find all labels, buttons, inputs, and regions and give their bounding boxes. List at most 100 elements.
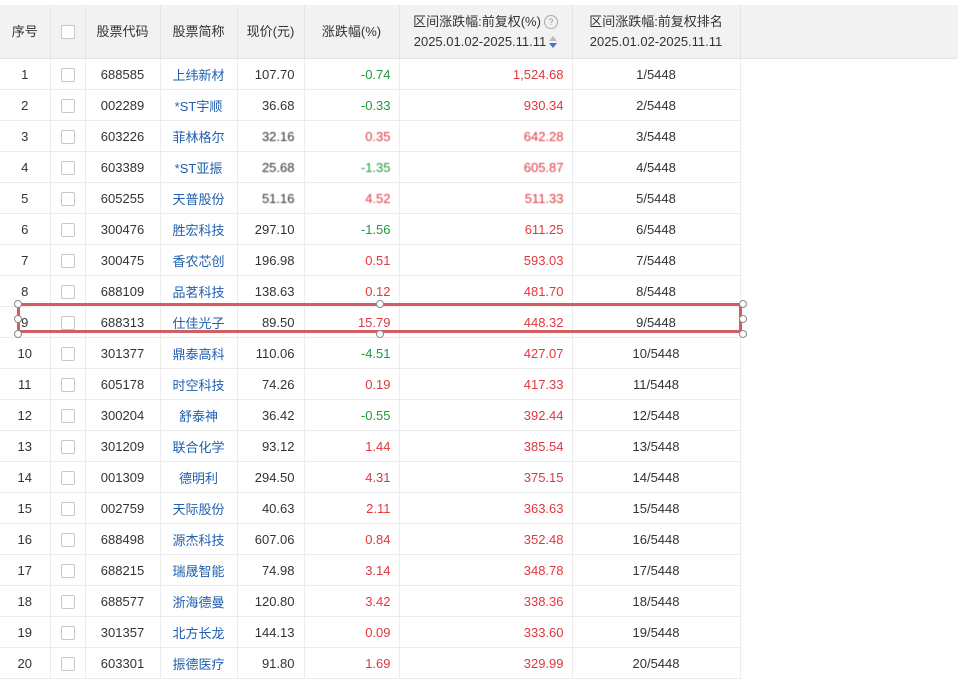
table-row[interactable]: 19 301357 北方长龙 144.13 0.09 333.60 19/5448 — [0, 616, 741, 648]
row-select-cell[interactable] — [50, 58, 86, 90]
stock-name-link[interactable]: 鼎泰高科 — [160, 337, 238, 369]
row-select-cell[interactable] — [50, 430, 86, 462]
row-checkbox[interactable] — [60, 377, 75, 392]
col-header-select-all[interactable] — [50, 5, 86, 59]
row-select-cell[interactable] — [50, 523, 86, 555]
stock-code: 688313 — [85, 306, 161, 338]
select-all-checkbox[interactable] — [60, 25, 75, 40]
row-checkbox[interactable] — [60, 439, 75, 454]
row-select-cell[interactable] — [50, 585, 86, 617]
row-select-cell[interactable] — [50, 399, 86, 431]
row-select-cell[interactable] — [50, 151, 86, 183]
row-checkbox[interactable] — [60, 315, 75, 330]
stock-name-link[interactable]: *ST亚振 — [160, 151, 238, 183]
row-select-cell[interactable] — [50, 120, 86, 152]
row-checkbox[interactable] — [60, 67, 75, 82]
row-select-cell[interactable] — [50, 492, 86, 524]
row-select-cell[interactable] — [50, 461, 86, 493]
stock-name-link[interactable]: 联合化学 — [160, 430, 238, 462]
table-row[interactable]: 14 001309 德明利 294.50 4.31 375.15 14/5448 — [0, 461, 741, 493]
col-header-range-change[interactable]: 区间涨跌幅:前复权(%)? 2025.01.02-2025.11.11 — [399, 5, 573, 59]
stock-name-link[interactable]: 天普股份 — [160, 182, 238, 214]
row-checkbox[interactable] — [60, 656, 75, 671]
stock-name-link[interactable]: 浙海德曼 — [160, 585, 238, 617]
selection-handle[interactable] — [739, 300, 747, 308]
row-checkbox[interactable] — [60, 160, 75, 175]
table-row[interactable]: 13 301209 联合化学 93.12 1.44 385.54 13/5448 — [0, 430, 741, 462]
selection-handle[interactable] — [739, 315, 747, 323]
row-select-cell[interactable] — [50, 89, 86, 121]
row-checkbox[interactable] — [60, 470, 75, 485]
row-checkbox[interactable] — [60, 129, 75, 144]
row-select-cell[interactable] — [50, 244, 86, 276]
col-header-name[interactable]: 股票简称 — [160, 5, 238, 59]
row-select-cell[interactable] — [50, 616, 86, 648]
row-checkbox[interactable] — [60, 594, 75, 609]
col-header-index[interactable]: 序号 — [0, 5, 51, 59]
row-select-cell[interactable] — [50, 337, 86, 369]
stock-name-link[interactable]: 上纬新材 — [160, 58, 238, 90]
stock-name-link[interactable]: 瑞晟智能 — [160, 554, 238, 586]
table-row[interactable]: 17 688215 瑞晟智能 74.98 3.14 348.78 17/5448 — [0, 554, 741, 586]
table-row[interactable]: 15 002759 天际股份 40.63 2.11 363.63 15/5448 — [0, 492, 741, 524]
col-header-code[interactable]: 股票代码 — [85, 5, 161, 59]
row-checkbox[interactable] — [60, 284, 75, 299]
selection-handle[interactable] — [14, 330, 22, 338]
stock-name-link[interactable]: 振德医疗 — [160, 647, 238, 679]
table-row[interactable]: 4 603389 *ST亚振 25.68 -1.35 605.87 4/5448 — [0, 151, 741, 183]
row-select-cell[interactable] — [50, 275, 86, 307]
row-checkbox[interactable] — [60, 346, 75, 361]
col-header-range-rank[interactable]: 区间涨跌幅:前复权排名 2025.01.02-2025.11.11 — [572, 5, 741, 59]
table-row[interactable]: 16 688498 源杰科技 607.06 0.84 352.48 16/5448 — [0, 523, 741, 555]
row-select-cell[interactable] — [50, 182, 86, 214]
stock-name-link[interactable]: 时空科技 — [160, 368, 238, 400]
sort-desc-icon[interactable] — [549, 36, 558, 49]
stock-name-link[interactable]: 北方长龙 — [160, 616, 238, 648]
row-select-cell[interactable] — [50, 306, 86, 338]
selection-handle[interactable] — [376, 300, 384, 308]
row-checkbox[interactable] — [60, 253, 75, 268]
table-row[interactable]: 7 300475 香农芯创 196.98 0.51 593.03 7/5448 — [0, 244, 741, 276]
row-select-cell[interactable] — [50, 213, 86, 245]
table-row[interactable]: 18 688577 浙海德曼 120.80 3.42 338.36 18/5448 — [0, 585, 741, 617]
col-header-change[interactable]: 涨跌幅(%) — [304, 5, 400, 59]
row-checkbox[interactable] — [60, 532, 75, 547]
stock-name-link[interactable]: 仕佳光子 — [160, 306, 238, 338]
row-checkbox[interactable] — [60, 98, 75, 113]
table-row[interactable]: 12 300204 舒泰神 36.42 -0.55 392.44 12/5448 — [0, 399, 741, 431]
stock-name-link[interactable]: 源杰科技 — [160, 523, 238, 555]
table-row[interactable]: 1 688585 上纬新材 107.70 -0.74 1,524.68 1/5448 — [0, 58, 741, 90]
stock-name-link[interactable]: 天际股份 — [160, 492, 238, 524]
stock-name-link[interactable]: 德明利 — [160, 461, 238, 493]
stock-name-link[interactable]: 胜宏科技 — [160, 213, 238, 245]
stock-name-link[interactable]: 品茗科技 — [160, 275, 238, 307]
row-checkbox[interactable] — [60, 563, 75, 578]
table-row[interactable]: 3 603226 菲林格尔 32.16 0.35 642.28 3/5448 — [0, 120, 741, 152]
row-checkbox[interactable] — [60, 501, 75, 516]
row-checkbox[interactable] — [60, 408, 75, 423]
table-row[interactable]: 8 688109 品茗科技 138.63 0.12 481.70 8/5448 — [0, 275, 741, 307]
table-row[interactable]: 11 605178 时空科技 74.26 0.19 417.33 11/5448 — [0, 368, 741, 400]
row-checkbox[interactable] — [60, 625, 75, 640]
table-row[interactable]: 9 688313 仕佳光子 89.50 15.79 448.32 9/5448 — [0, 306, 741, 338]
table-row[interactable]: 6 300476 胜宏科技 297.10 -1.56 611.25 6/5448 — [0, 213, 741, 245]
selection-handle[interactable] — [14, 300, 22, 308]
row-select-cell[interactable] — [50, 647, 86, 679]
stock-name-link[interactable]: *ST宇顺 — [160, 89, 238, 121]
stock-name-link[interactable]: 菲林格尔 — [160, 120, 238, 152]
table-row[interactable]: 5 605255 天普股份 51.16 4.52 511.33 5/5448 — [0, 182, 741, 214]
table-row[interactable]: 20 603301 振德医疗 91.80 1.69 329.99 20/5448 — [0, 647, 741, 679]
selection-handle[interactable] — [739, 330, 747, 338]
table-row[interactable]: 10 301377 鼎泰高科 110.06 -4.51 427.07 10/5448 — [0, 337, 741, 369]
stock-name-link[interactable]: 香农芯创 — [160, 244, 238, 276]
selection-handle[interactable] — [376, 330, 384, 338]
row-select-cell[interactable] — [50, 368, 86, 400]
stock-name-link[interactable]: 舒泰神 — [160, 399, 238, 431]
question-circle-icon[interactable]: ? — [543, 15, 558, 30]
row-checkbox[interactable] — [60, 191, 75, 206]
col-header-price[interactable]: 现价(元) — [237, 5, 305, 59]
table-row[interactable]: 2 002289 *ST宇顺 36.68 -0.33 930.34 2/5448 — [0, 89, 741, 121]
row-select-cell[interactable] — [50, 554, 86, 586]
row-checkbox[interactable] — [60, 222, 75, 237]
selection-handle[interactable] — [14, 315, 22, 323]
